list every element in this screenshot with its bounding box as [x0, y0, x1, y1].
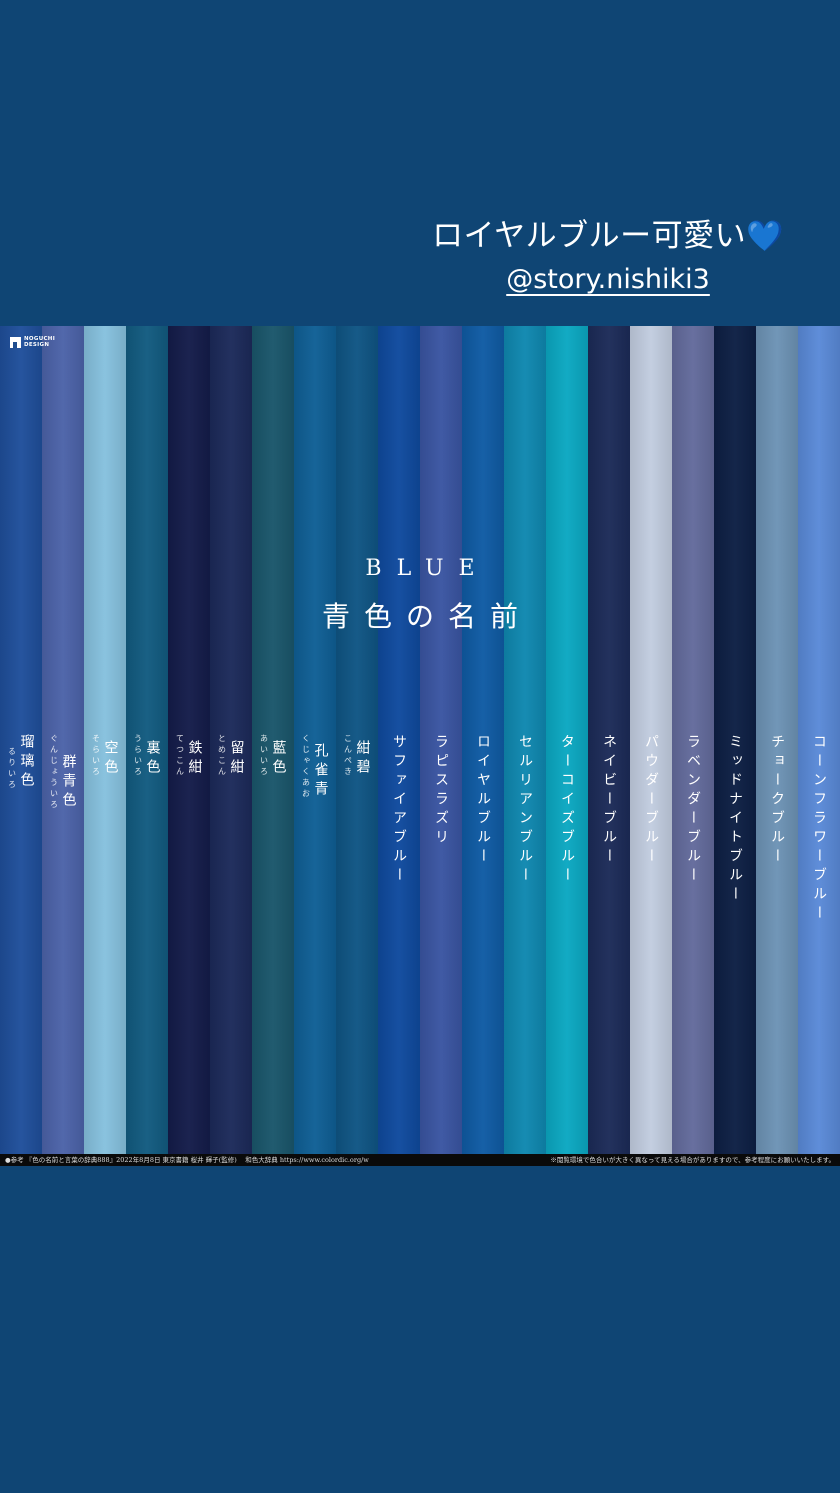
- color-label-column: ネイビーブルー: [588, 326, 630, 1154]
- logo-mark-icon: [10, 336, 21, 348]
- color-label: 留紺 とめこん: [210, 734, 252, 778]
- blue-color-chart: 瑠璃色 るりいろ 群青色 ぐんじょういろ 空色 そらいろ 裏色 うらいろ 鉄紺 てつこん 留紺 とめこ…: [0, 326, 840, 1154]
- color-name: 留紺: [228, 740, 245, 778]
- color-label: ロイヤルブルー: [462, 734, 504, 867]
- color-label-column: 鉄紺 てつこん: [168, 326, 210, 1154]
- color-label: 孔雀青 くじゃくあお: [294, 734, 336, 800]
- color-label: コーンフラワーブルー: [798, 734, 840, 924]
- color-label: セルリアンブルー: [504, 734, 546, 886]
- color-label: ネイビーブルー: [588, 734, 630, 867]
- color-label-column: 群青色 ぐんじょういろ: [42, 326, 84, 1154]
- color-label: パウダーブルー: [630, 734, 672, 867]
- color-label-column: パウダーブルー: [630, 326, 672, 1154]
- mention-link[interactable]: @story.nishiki3: [506, 263, 710, 297]
- heading-en: BLUE: [365, 556, 490, 581]
- color-label-column: チョークブルー: [756, 326, 798, 1154]
- color-label-column: ラベンダーブルー: [672, 326, 714, 1154]
- color-label: ラピスラズリ: [420, 734, 462, 848]
- color-label-column: 留紺 とめこん: [210, 326, 252, 1154]
- color-label: サファイアブルー: [378, 734, 420, 886]
- color-name: 藍色: [270, 740, 287, 778]
- color-label-column: コーンフラワーブルー: [798, 326, 840, 1154]
- color-name: 瑠璃色: [18, 734, 35, 791]
- color-reading: とめこん: [217, 734, 227, 778]
- footer-reference: ●参考 『色の名前と言葉の辞典888』2022年8月8日 東京書籍 桜井 輝子(…: [5, 1156, 369, 1164]
- reference-footer: ●参考 『色の名前と言葉の辞典888』2022年8月8日 東京書籍 桜井 輝子(…: [0, 1154, 840, 1166]
- color-name: 空色: [102, 740, 119, 778]
- logo-text: NOGUCHI DESIGN: [24, 336, 56, 348]
- color-name: ロイヤルブルー: [475, 734, 491, 867]
- chart-heading: BLUE 青色の名前: [0, 556, 840, 635]
- color-label-column: ターコイズブルー: [546, 326, 588, 1154]
- color-reading: そらいろ: [91, 734, 101, 778]
- color-label: 群青色 ぐんじょういろ: [42, 734, 84, 811]
- color-name: 裏色: [144, 740, 161, 778]
- color-reading: くじゃくあお: [301, 734, 311, 800]
- caption-message: ロイヤルブルー可愛い: [432, 218, 747, 254]
- color-name: ラピスラズリ: [433, 734, 449, 848]
- color-reading: ぐんじょういろ: [49, 734, 59, 811]
- color-name: 群青色: [60, 754, 77, 811]
- color-reading: あいいろ: [259, 734, 269, 778]
- color-label-column: 瑠璃色 るりいろ: [0, 326, 42, 1154]
- color-name: コーンフラワーブルー: [811, 734, 827, 924]
- color-label: 紺碧 こんぺき: [336, 734, 378, 778]
- color-label: ラベンダーブルー: [672, 734, 714, 886]
- color-label: チョークブルー: [756, 734, 798, 867]
- color-label: 空色 そらいろ: [84, 734, 126, 778]
- color-label: 鉄紺 てつこん: [168, 734, 210, 778]
- color-label-column: サファイアブルー: [378, 326, 420, 1154]
- color-label-column: 裏色 うらいろ: [126, 326, 168, 1154]
- color-name: パウダーブルー: [643, 734, 659, 867]
- color-reading: うらいろ: [133, 734, 143, 778]
- color-label: ターコイズブルー: [546, 734, 588, 886]
- color-name: 紺碧: [354, 740, 371, 778]
- color-name: ラベンダーブルー: [685, 734, 701, 886]
- color-name: ミッドナイトブルー: [727, 734, 743, 905]
- color-label: ミッドナイトブルー: [714, 734, 756, 905]
- color-label-column: 紺碧 こんぺき: [336, 326, 378, 1154]
- color-reading: てつこん: [175, 734, 185, 778]
- color-reading: こんぺき: [343, 734, 353, 778]
- color-name: セルリアンブルー: [517, 734, 533, 886]
- color-name: 孔雀青: [312, 743, 329, 800]
- color-label-column: 空色 そらいろ: [84, 326, 126, 1154]
- color-label-column: ロイヤルブルー: [462, 326, 504, 1154]
- color-name: サファイアブルー: [391, 734, 407, 886]
- color-name: ネイビーブルー: [601, 734, 617, 867]
- color-name: 鉄紺: [186, 740, 203, 778]
- color-reading: るりいろ: [7, 747, 17, 791]
- heading-ja: 青色の名前: [321, 600, 532, 633]
- color-label-column: ラピスラズリ: [420, 326, 462, 1154]
- color-label-column: ミッドナイトブルー: [714, 326, 756, 1154]
- color-label-column: 孔雀青 くじゃくあお: [294, 326, 336, 1154]
- color-labels: 瑠璃色 るりいろ 群青色 ぐんじょういろ 空色 そらいろ 裏色 うらいろ 鉄紺 てつこん 留紺 とめこ…: [0, 326, 840, 1154]
- noguchi-design-logo: NOGUCHI DESIGN: [10, 336, 58, 348]
- color-name: ターコイズブルー: [559, 734, 575, 886]
- story-caption: ロイヤルブルー可愛い💙 @story.nishiki3: [432, 216, 784, 297]
- color-label-column: 藍色 あいいろ: [252, 326, 294, 1154]
- caption-text: ロイヤルブルー可愛い💙: [432, 216, 784, 257]
- color-label: 藍色 あいいろ: [252, 734, 294, 778]
- color-label-column: セルリアンブルー: [504, 326, 546, 1154]
- color-label: 瑠璃色 るりいろ: [0, 734, 42, 791]
- blue-heart-icon: 💙: [746, 219, 784, 254]
- color-name: チョークブルー: [769, 734, 785, 867]
- color-label: 裏色 うらいろ: [126, 734, 168, 778]
- footer-note: ※閲覧環境で色合いが大きく異なって見える場合がありますので、参考程度にお願いいた…: [550, 1156, 835, 1164]
